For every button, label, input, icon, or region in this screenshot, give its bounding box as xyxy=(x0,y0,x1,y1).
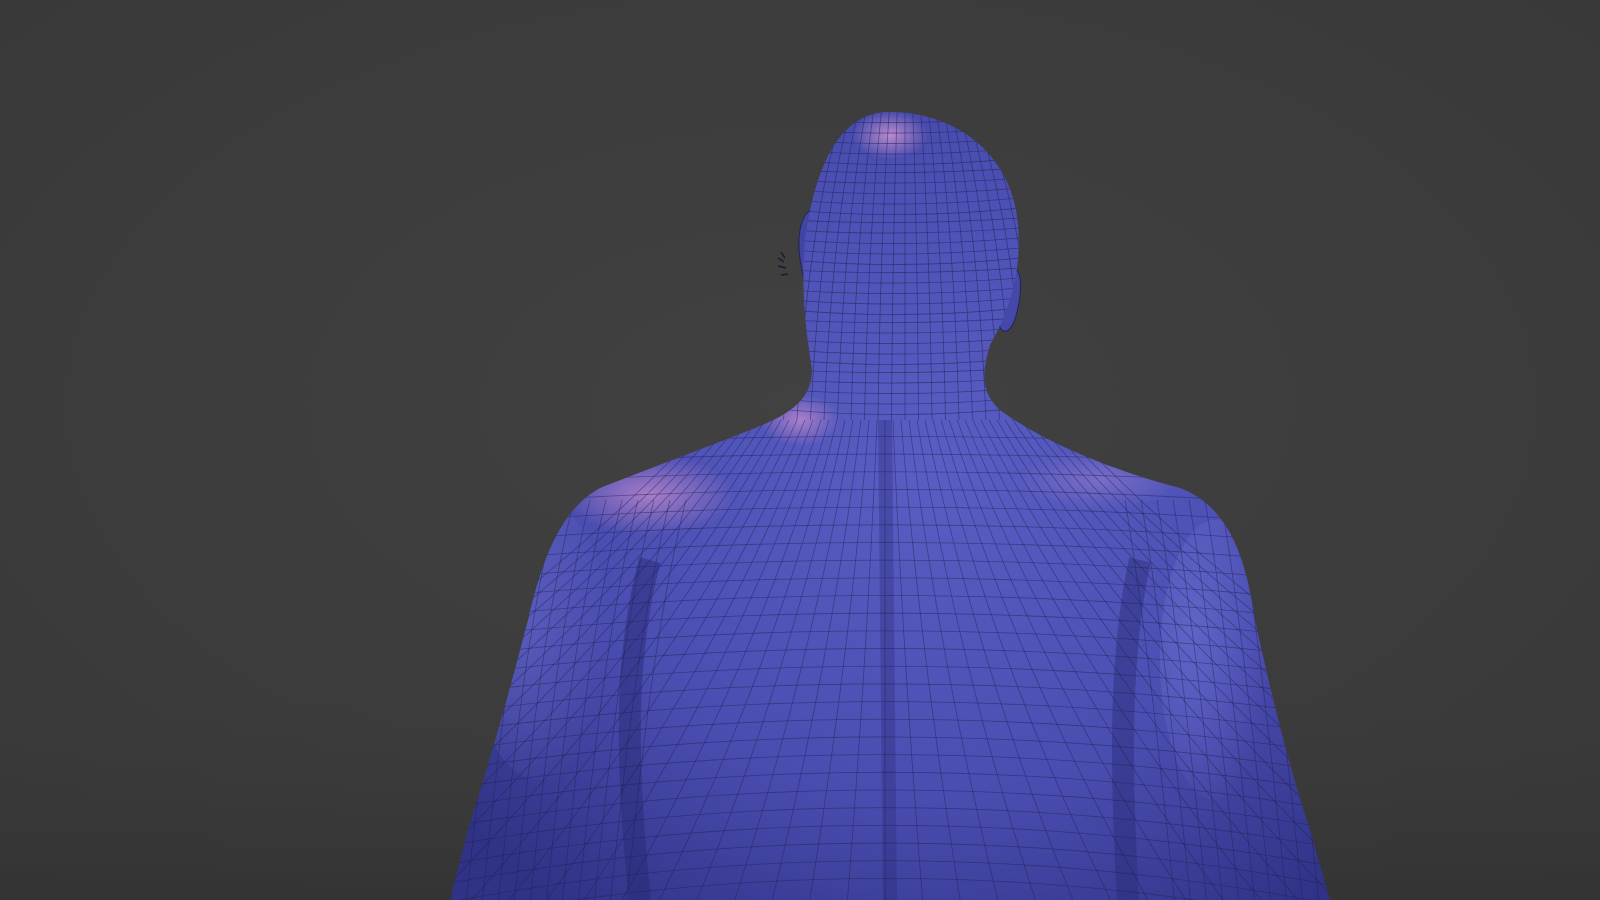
3d-viewport[interactable] xyxy=(0,0,1600,900)
viewport-scene[interactable] xyxy=(0,0,1600,900)
